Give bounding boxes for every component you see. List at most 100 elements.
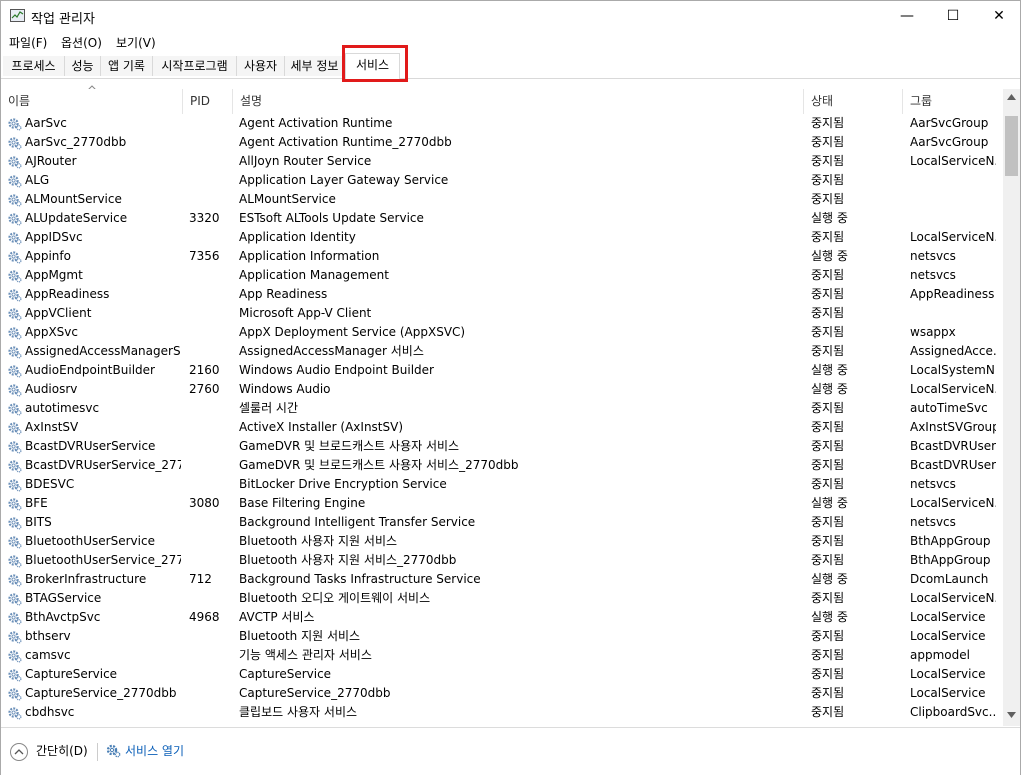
service-gear-icon (7, 534, 22, 549)
table-row[interactable]: cbdhsvc 클립보드 사용자 서비스 중지됨 ClipboardSvc... (1, 703, 1003, 722)
table-row[interactable]: BDESVC BitLocker Drive Encryption Service… (1, 475, 1003, 494)
service-group: DcomLaunch (910, 572, 989, 586)
table-row[interactable]: BcastDVRUserService GameDVR 및 브로드캐스트 사용자 … (1, 437, 1003, 456)
menu-file[interactable]: 파일(F) (9, 34, 47, 51)
vertical-scrollbar[interactable] (1003, 89, 1020, 726)
service-status: 중지됨 (811, 420, 845, 434)
scroll-down-arrow-icon[interactable] (1007, 712, 1016, 718)
service-description: Bluetooth 오디오 게이트웨이 서비스 (239, 591, 431, 605)
column-header-name[interactable]: 이름 (1, 89, 183, 114)
service-gear-icon (7, 515, 22, 530)
table-row[interactable]: AppIDSvc Application Identity 중지됨 LocalServ… (1, 228, 1003, 247)
table-row[interactable]: CaptureService CaptureService 중지됨 LocalServ… (1, 665, 1003, 684)
table-row[interactable]: AppMgmt Application Management 중지됨 netsvcs (1, 266, 1003, 285)
service-name: BluetoothUserService (25, 534, 155, 548)
table-row[interactable]: BluetoothUserService Bluetooth 사용자 지원 서비스… (1, 532, 1003, 551)
service-description: App Readiness (239, 287, 328, 301)
service-gear-icon (7, 192, 22, 207)
service-status: 중지됨 (811, 325, 845, 339)
column-header-group[interactable]: 그룹 (903, 89, 1003, 114)
service-gear-icon (7, 154, 22, 169)
service-gear-icon (7, 287, 22, 302)
service-status: 중지됨 (811, 439, 845, 453)
table-row[interactable]: AssignedAccessManagerSvc AssignedAccessMa… (1, 342, 1003, 361)
task-manager-window: 작업 관리자 — ☐ ✕ 파일(F) 옵션(O) 보기(V) 프로세스 성능 앱… (0, 0, 1021, 775)
table-row[interactable]: BthAvctpSvc 4968 AVCTP 서비스 실행 중 LocalService (1, 608, 1003, 627)
table-row[interactable]: AarSvc_2770dbb Agent Activation Runtime_2… (1, 133, 1003, 152)
table-row[interactable]: BITS Background Intelligent Transfer Serv… (1, 513, 1003, 532)
table-row[interactable]: BFE 3080 Base Filtering Engine 실행 중 LocalSer… (1, 494, 1003, 513)
table-row[interactable]: BTAGService Bluetooth 오디오 게이트웨이 서비스 중지됨 Loc… (1, 589, 1003, 608)
service-status: 중지됨 (811, 401, 845, 415)
service-status: 중지됨 (811, 477, 845, 491)
service-group: netsvcs (910, 268, 956, 282)
service-group: BcastDVRUser... (910, 439, 996, 453)
table-row[interactable]: ALMountService ALMountService 중지됨 (1, 190, 1003, 209)
menu-bar: 파일(F) 옵션(O) 보기(V) (1, 31, 1020, 52)
service-pid (189, 266, 229, 285)
table-row[interactable]: BrokerInfrastructure 712 Background Tasks … (1, 570, 1003, 589)
service-pid (189, 437, 229, 456)
service-pid (189, 190, 229, 209)
table-row[interactable]: camsvc 기능 액세스 관리자 서비스 중지됨 appmodel (1, 646, 1003, 665)
table-row[interactable]: Appinfo 7356 Application Information 실행 중 ne… (1, 247, 1003, 266)
tab-startup[interactable]: 시작프로그램 (153, 56, 237, 76)
tab-services[interactable]: 서비스 (345, 53, 400, 79)
service-pid (189, 171, 229, 190)
service-description: Application Identity (239, 230, 356, 244)
service-pid (189, 665, 229, 684)
column-header-pid[interactable]: PID (183, 89, 233, 114)
table-row[interactable]: Audiosrv 2760 Windows Audio 실행 중 LocalServic… (1, 380, 1003, 399)
minimize-button[interactable]: — (884, 1, 930, 31)
fewer-details-link[interactable]: 간단히(D) (36, 742, 88, 759)
maximize-button[interactable]: ☐ (930, 1, 976, 31)
column-header-status[interactable]: 상태 (804, 89, 903, 114)
menu-view[interactable]: 보기(V) (116, 34, 156, 51)
tab-users[interactable]: 사용자 (237, 56, 285, 76)
service-group: AarSvcGroup (910, 135, 989, 149)
tab-processes[interactable]: 프로세스 (3, 56, 65, 76)
service-status: 중지됨 (811, 116, 845, 130)
table-row[interactable]: AJRouter AllJoyn Router Service 중지됨 LocalSe… (1, 152, 1003, 171)
table-row[interactable]: AppVClient Microsoft App-V Client 중지됨 (1, 304, 1003, 323)
scrollbar-thumb[interactable] (1005, 116, 1018, 176)
table-row[interactable]: ALG Application Layer Gateway Service 중지됨 (1, 171, 1003, 190)
tab-details[interactable]: 세부 정보 (285, 56, 345, 76)
table-row[interactable]: ALUpdateService 3320 ESTsoft ALTools Updat… (1, 209, 1003, 228)
service-status: 중지됨 (811, 515, 845, 529)
title-bar: 작업 관리자 — ☐ ✕ (1, 1, 1020, 31)
service-group: LocalServiceN... (910, 591, 996, 605)
service-status: 실행 중 (811, 572, 848, 586)
open-services-link[interactable]: 서비스 열기 (125, 742, 184, 759)
table-row[interactable]: BluetoothUserService_277... Bluetooth 사용자… (1, 551, 1003, 570)
table-row[interactable]: bthserv Bluetooth 지원 서비스 중지됨 LocalService (1, 627, 1003, 646)
table-row[interactable]: BcastDVRUserService_277... GameDVR 및 브로드캐… (1, 456, 1003, 475)
service-status: 실행 중 (811, 382, 848, 396)
service-group (910, 209, 996, 228)
service-status: 중지됨 (811, 154, 845, 168)
service-gear-icon (7, 553, 22, 568)
scroll-up-arrow-icon[interactable] (1007, 94, 1016, 100)
table-row[interactable]: AxInstSV ActiveX Installer (AxInstSV) 중지됨 A… (1, 418, 1003, 437)
tab-app-history[interactable]: 앱 기록 (101, 56, 153, 76)
tab-performance[interactable]: 성능 (65, 56, 101, 76)
table-row[interactable]: autotimesvc 셀룰러 시간 중지됨 autoTimeSvc (1, 399, 1003, 418)
service-name: AudioEndpointBuilder (25, 363, 155, 377)
menu-options[interactable]: 옵션(O) (61, 34, 102, 51)
table-row[interactable]: AppReadiness App Readiness 중지됨 AppReadiness (1, 285, 1003, 304)
table-row[interactable]: AudioEndpointBuilder 2160 Windows Audio En… (1, 361, 1003, 380)
service-description: ActiveX Installer (AxInstSV) (239, 420, 404, 434)
service-description: ALMountService (239, 192, 336, 206)
service-pid (189, 133, 229, 152)
column-header-description[interactable]: 설명 (233, 89, 804, 114)
service-gear-icon (7, 230, 22, 245)
table-row[interactable]: CaptureService_2770dbb CaptureService_277… (1, 684, 1003, 703)
close-button[interactable]: ✕ (976, 1, 1021, 31)
service-name: cbdhsvc (25, 705, 75, 719)
services-gear-icon[interactable] (105, 742, 121, 758)
service-name: AppReadiness (25, 287, 110, 301)
table-row[interactable]: AarSvc Agent Activation Runtime 중지됨 AarSvcG… (1, 114, 1003, 133)
service-description: Bluetooth 사용자 지원 서비스_2770dbb (239, 553, 457, 567)
table-row[interactable]: AppXSvc AppX Deployment Service (AppXSVC)… (1, 323, 1003, 342)
collapse-icon[interactable] (10, 743, 28, 761)
